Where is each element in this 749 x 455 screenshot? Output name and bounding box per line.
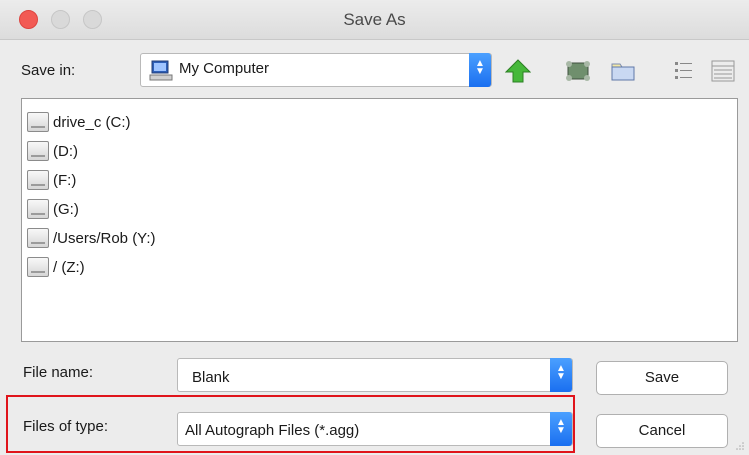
list-item[interactable]: /Users/Rob (Y:)	[27, 225, 156, 251]
drive-icon	[27, 170, 49, 190]
window-title: Save As	[343, 10, 406, 29]
drive-icon	[27, 141, 49, 161]
desktop-icon[interactable]	[565, 59, 591, 83]
list-item[interactable]: / (Z:)	[27, 254, 85, 280]
list-item[interactable]: (D:)	[27, 138, 78, 164]
details-view-icon[interactable]	[710, 59, 736, 83]
file-name-label: File name:	[23, 364, 94, 381]
dropdown-stepper-icon: ▲ ▼	[469, 53, 491, 87]
resize-grip-icon[interactable]	[735, 441, 745, 451]
drive-icon	[27, 257, 49, 277]
drive-icon	[27, 112, 49, 132]
file-type-value: All Autograph Files (*.agg)	[185, 422, 360, 439]
up-folder-icon[interactable]	[505, 59, 531, 83]
file-name-value: Blank	[192, 369, 230, 386]
title-bar: Save As	[0, 0, 749, 40]
file-type-dropdown[interactable]: All Autograph Files (*.agg) ▲ ▼	[177, 412, 573, 446]
dropdown-stepper-icon: ▲ ▼	[550, 412, 572, 446]
list-item[interactable]: (G:)	[27, 196, 79, 222]
list-item-label: drive_c (C:)	[53, 113, 131, 131]
list-item-label: (F:)	[53, 171, 77, 189]
list-view-icon[interactable]	[672, 59, 698, 83]
list-item-label: (D:)	[53, 142, 78, 160]
cancel-button[interactable]: Cancel	[596, 414, 728, 448]
file-type-label: Files of type:	[23, 418, 109, 435]
list-item[interactable]: drive_c (C:)	[27, 109, 131, 135]
computer-icon	[149, 60, 173, 81]
new-folder-icon[interactable]	[610, 59, 636, 83]
save-in-dropdown[interactable]: My Computer ▲ ▼	[140, 53, 492, 87]
file-list[interactable]: drive_c (C:) (D:) (F:) (G:) /Users/Rob (…	[21, 98, 738, 342]
drive-icon	[27, 228, 49, 248]
drive-icon	[27, 199, 49, 219]
list-item-label: (G:)	[53, 200, 79, 218]
list-item-label: /Users/Rob (Y:)	[53, 229, 156, 247]
save-button[interactable]: Save	[596, 361, 728, 395]
save-in-label: Save in:	[21, 62, 76, 79]
list-item[interactable]: (F:)	[27, 167, 76, 193]
list-item-label: / (Z:)	[53, 258, 85, 276]
dropdown-stepper-icon[interactable]: ▲ ▼	[550, 358, 572, 392]
file-name-input[interactable]: Blank ▲ ▼	[177, 358, 573, 392]
save-in-value: My Computer	[179, 60, 270, 77]
